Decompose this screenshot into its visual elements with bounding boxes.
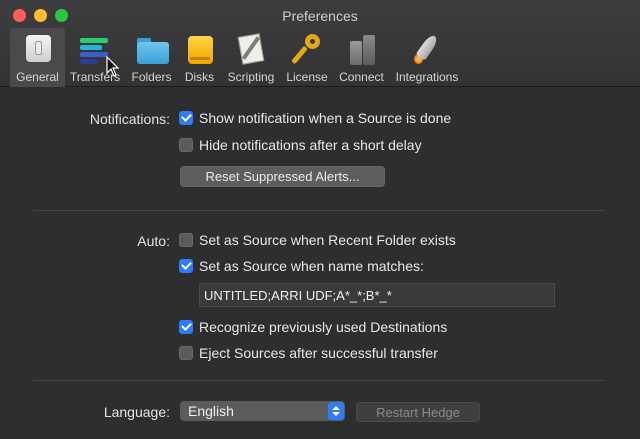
connect-servers-icon bbox=[344, 31, 380, 67]
eject-sources-option[interactable]: Eject Sources after successful transfer bbox=[179, 345, 438, 361]
recognize-destinations-label: Recognize previously used Destinations bbox=[199, 319, 448, 335]
rocket-icon bbox=[409, 31, 445, 67]
tab-scripting[interactable]: Scripting bbox=[221, 28, 281, 87]
hide-notifications-checkbox[interactable] bbox=[179, 138, 193, 152]
script-page-icon bbox=[233, 31, 269, 67]
auto-label: Auto: bbox=[137, 233, 170, 249]
recent-folder-checkbox[interactable] bbox=[179, 233, 193, 247]
language-select[interactable]: English bbox=[180, 401, 345, 421]
select-arrows-icon bbox=[328, 402, 344, 420]
tab-general-label: General bbox=[16, 70, 59, 84]
tab-folders-label: Folders bbox=[131, 70, 172, 84]
window-title: Preferences bbox=[282, 8, 358, 24]
section-divider bbox=[33, 210, 605, 211]
tab-general[interactable]: General bbox=[10, 28, 65, 87]
recent-folder-label: Set as Source when Recent Folder exists bbox=[199, 232, 456, 248]
name-matches-label: Set as Source when name matches: bbox=[199, 258, 424, 274]
hide-notifications-option[interactable]: Hide notifications after a short delay bbox=[179, 137, 422, 153]
tab-folders[interactable]: Folders bbox=[125, 28, 178, 87]
show-notification-option[interactable]: Show notification when a Source is done bbox=[179, 110, 451, 126]
disk-icon bbox=[182, 31, 218, 67]
key-icon bbox=[289, 31, 325, 67]
preferences-toolbar: General Transfers Folders Disks Scriptin… bbox=[10, 28, 464, 87]
reset-suppressed-alerts-button[interactable]: Reset Suppressed Alerts... bbox=[180, 166, 385, 187]
eject-sources-checkbox[interactable] bbox=[179, 346, 193, 360]
folder-icon bbox=[134, 31, 170, 67]
recognize-destinations-checkbox[interactable] bbox=[179, 320, 193, 334]
name-pattern-field[interactable]: UNTITLED;ARRI UDF;A*_*;B*_* bbox=[199, 283, 555, 307]
show-notification-checkbox[interactable] bbox=[179, 111, 193, 125]
restart-hedge-button[interactable]: Restart Hedge bbox=[356, 402, 480, 422]
tab-integrations-label: Integrations bbox=[395, 70, 459, 84]
hide-notifications-label: Hide notifications after a short delay bbox=[199, 137, 422, 153]
title-bar: Preferences General Transfers Folders Di… bbox=[0, 0, 640, 87]
notifications-label: Notifications: bbox=[89, 111, 170, 127]
recent-folder-option[interactable]: Set as Source when Recent Folder exists bbox=[179, 232, 456, 248]
general-pane: Notifications: Show notification when a … bbox=[0, 88, 640, 439]
general-switch-icon bbox=[20, 31, 56, 67]
tab-disks-label: Disks bbox=[184, 70, 215, 84]
tab-integrations[interactable]: Integrations bbox=[390, 28, 464, 87]
tab-license[interactable]: License bbox=[281, 28, 333, 87]
language-label: Language: bbox=[103, 404, 170, 420]
tab-license-label: License bbox=[286, 70, 328, 84]
tab-scripting-label: Scripting bbox=[227, 70, 275, 84]
eject-sources-label: Eject Sources after successful transfer bbox=[199, 345, 438, 361]
name-matches-checkbox[interactable] bbox=[179, 259, 193, 273]
mouse-pointer-icon bbox=[106, 56, 120, 77]
show-notification-label: Show notification when a Source is done bbox=[199, 110, 452, 126]
language-selected-value: English bbox=[188, 403, 234, 419]
tab-disks[interactable]: Disks bbox=[178, 28, 221, 87]
section-divider bbox=[33, 380, 605, 381]
tab-connect-label: Connect bbox=[339, 70, 384, 84]
name-matches-option[interactable]: Set as Source when name matches: bbox=[179, 258, 424, 274]
tab-connect[interactable]: Connect bbox=[333, 28, 390, 87]
recognize-destinations-option[interactable]: Recognize previously used Destinations bbox=[179, 319, 447, 335]
preferences-window: Preferences General Transfers Folders Di… bbox=[0, 0, 640, 439]
